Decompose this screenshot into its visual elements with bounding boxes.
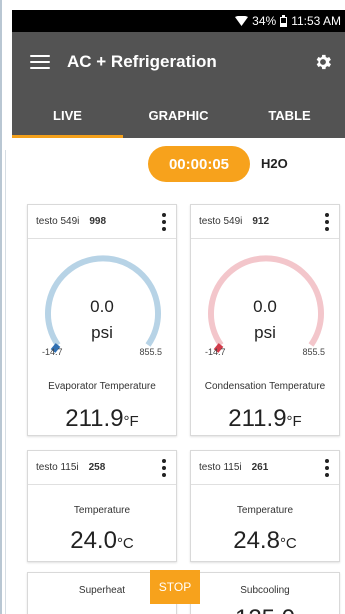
gauge-min: -14.7	[205, 347, 226, 357]
card-header: testo 115i 261	[191, 451, 339, 485]
kebab-menu-icon[interactable]	[325, 459, 329, 477]
card-header: testo 549i 912	[191, 205, 339, 239]
tab-table[interactable]: TABLE	[234, 92, 345, 138]
measurement-value: 125.0	[191, 605, 339, 614]
stop-button[interactable]: STOP	[150, 570, 200, 604]
left-divider-inner	[5, 150, 6, 614]
gauge-unit: psi	[254, 323, 276, 342]
gear-icon[interactable]	[313, 52, 333, 72]
kebab-menu-icon[interactable]	[325, 213, 329, 231]
battery-icon	[280, 15, 288, 27]
gauge-value: 0.0	[253, 297, 277, 316]
temperature-card-2[interactable]: testo 115i 261 Temperature 24.8°C	[190, 450, 340, 562]
value-unit: °F	[123, 413, 139, 430]
value-number: 24.8	[233, 527, 280, 554]
gauge-unit: psi	[91, 323, 113, 342]
device-name: testo 115i	[36, 462, 79, 473]
measurement-label: Temperature	[73, 505, 131, 516]
value-number: 24.0	[70, 527, 117, 554]
device-name: testo 115i	[199, 462, 242, 473]
measurement-value: 211.9°F	[191, 405, 339, 433]
value-unit: °C	[279, 535, 297, 552]
value-unit: °C	[116, 535, 134, 552]
gauge-value: 0.0	[90, 297, 114, 316]
value-unit: °F	[286, 413, 302, 430]
measurement-label: Subcooling	[240, 585, 290, 596]
measurement-label: Condensation Temperature	[204, 381, 326, 392]
temperature-card-1[interactable]: testo 115i 258 Temperature 24.0°C	[27, 450, 177, 562]
evaporator-card[interactable]: testo 549i 998 0.0 psi -14.7 855.5 Evapo…	[27, 204, 177, 436]
measurement-value: 24.8°C	[191, 527, 339, 555]
gauge-min: -14.7	[42, 347, 63, 357]
tab-bar: LIVE GRAPHIC TABLE	[12, 92, 345, 138]
timer-row: 00:00:05 H2O	[12, 144, 345, 184]
device-serial: 258	[88, 462, 106, 473]
subcooling-card[interactable]: Subcooling 125.0	[190, 572, 340, 614]
app-title: AC + Refrigeration	[67, 52, 217, 71]
value-number: 211.9	[228, 405, 287, 432]
measurement-value: 211.9°F	[28, 405, 176, 433]
battery-percent: 34%	[252, 14, 277, 28]
device-serial: 998	[89, 216, 107, 227]
app-screen: 34% 11:53 AM AC + Refrigeration LIVE GRA…	[0, 0, 345, 614]
measurement-label: Evaporator Temperature	[48, 381, 156, 392]
card-header: testo 549i 998	[28, 205, 176, 239]
status-bar: 34% 11:53 AM	[12, 10, 345, 32]
gauge-max: 855.5	[302, 347, 325, 357]
menu-icon[interactable]	[30, 55, 50, 69]
left-divider	[0, 0, 2, 614]
gauge-max: 855.5	[139, 347, 162, 357]
device-name: testo 549i	[36, 216, 80, 227]
tab-graphic[interactable]: GRAPHIC	[123, 92, 234, 138]
timer-button[interactable]: 00:00:05	[148, 146, 250, 182]
measurement-label: Temperature	[236, 505, 294, 516]
clock: 11:53 AM	[291, 14, 341, 28]
device-serial: 912	[252, 216, 270, 227]
kebab-menu-icon[interactable]	[162, 213, 166, 231]
tab-live[interactable]: LIVE	[12, 92, 123, 138]
wifi-icon	[235, 16, 249, 26]
card-header: testo 115i 258	[28, 451, 176, 485]
device-serial: 261	[251, 462, 269, 473]
medium-label: H2O	[261, 156, 288, 171]
device-name: testo 549i	[199, 216, 243, 227]
condensation-card[interactable]: testo 549i 912 0.0 psi -14.7 855.5 Conde…	[190, 204, 340, 436]
kebab-menu-icon[interactable]	[162, 459, 166, 477]
value-number: 211.9	[65, 405, 124, 432]
measurement-value: 24.0°C	[28, 527, 176, 555]
app-bar: AC + Refrigeration	[12, 32, 345, 92]
